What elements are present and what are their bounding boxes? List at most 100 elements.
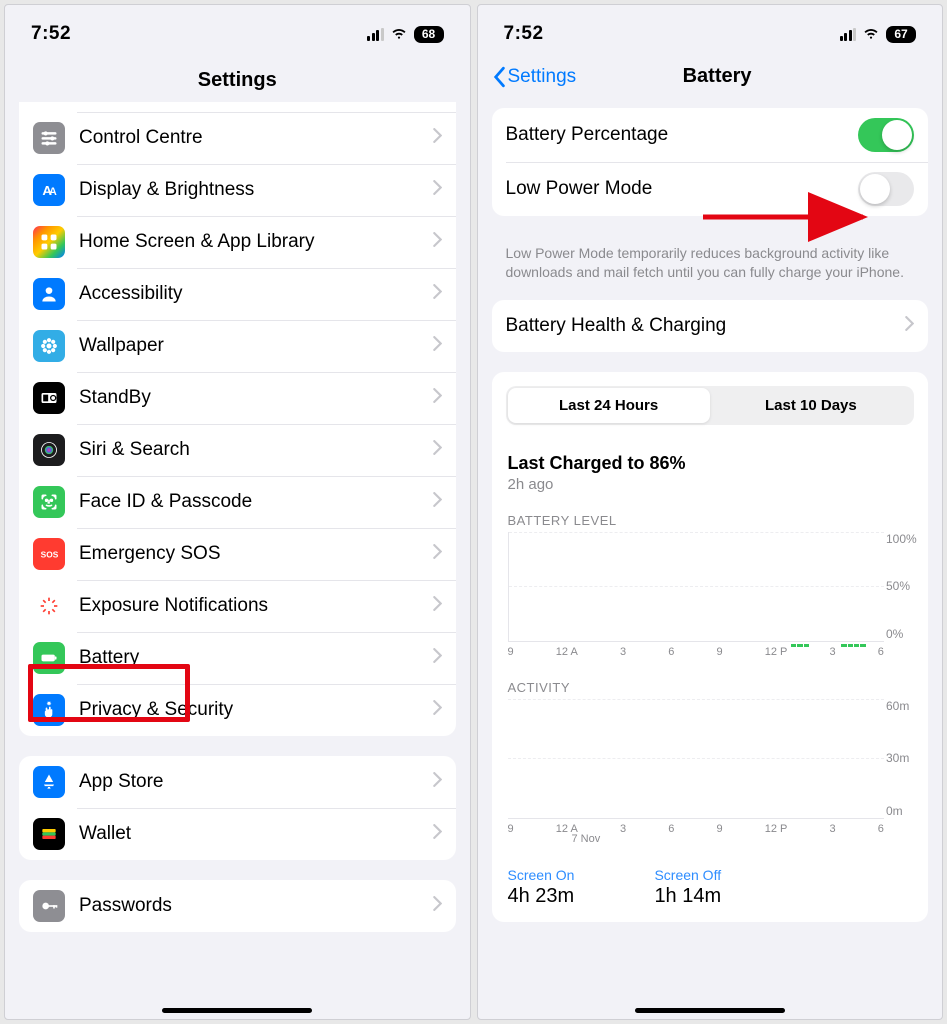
sliders-icon — [33, 122, 65, 154]
phone-settings: 7:52 68 Settings General Control Centre … — [4, 4, 471, 1020]
row-label: Siri & Search — [79, 439, 433, 461]
row-siri-search[interactable]: Siri & Search — [19, 424, 456, 476]
home-indicator[interactable] — [635, 1008, 785, 1013]
appstore-icon — [33, 766, 65, 798]
chevron-right-icon — [433, 700, 442, 720]
toggle-battery-percentage[interactable] — [858, 118, 914, 152]
battery-indicator: 67 — [886, 26, 916, 43]
cell-signal-icon — [367, 28, 384, 41]
battery-indicator: 68 — [414, 26, 444, 43]
row-label: Battery — [79, 647, 433, 669]
row-home-screen-app-library[interactable]: Home Screen & App Library — [19, 216, 456, 268]
chevron-right-icon — [433, 896, 442, 916]
row-standby[interactable]: StandBy — [19, 372, 456, 424]
chevron-right-icon — [433, 284, 442, 304]
row-battery[interactable]: Battery — [19, 632, 456, 684]
wifi-icon — [862, 23, 880, 46]
row-label: Control Centre — [79, 127, 433, 149]
stat-screen-on: Screen On 4h 23m — [508, 867, 575, 908]
row-label: Passwords — [79, 895, 433, 917]
row-label: Home Screen & App Library — [79, 231, 433, 253]
settings-group-3: Passwords — [19, 880, 456, 932]
svg-text:SOS: SOS — [41, 549, 59, 559]
chevron-right-icon — [433, 648, 442, 668]
status-icons: 68 — [367, 23, 444, 46]
battery-usage-card: Last 24 Hours Last 10 Days Last Charged … — [492, 372, 929, 922]
screen-time-stats: Screen On 4h 23m Screen Off 1h 14m — [492, 855, 929, 916]
phone-battery: 7:52 67 Settings Battery Battery Percent… — [477, 4, 944, 1020]
sun-icon: AA — [33, 174, 65, 206]
row-label: Display & Brightness — [79, 179, 433, 201]
row-general[interactable]: General — [19, 102, 456, 112]
row-label: Exposure Notifications — [79, 595, 433, 617]
stat-value: 4h 23m — [508, 885, 575, 908]
row-app-store[interactable]: App Store — [19, 756, 456, 808]
status-time: 7:52 — [504, 23, 544, 45]
chart-battery-level: 100% 50% 0% 912 A36912 P36 — [492, 532, 929, 664]
chevron-right-icon — [433, 596, 442, 616]
settings-scroll[interactable]: General Control Centre AA Display & Brig… — [5, 102, 470, 1019]
sos-icon: SOS — [33, 538, 65, 570]
chevron-left-icon — [492, 66, 506, 88]
chevron-right-icon — [433, 128, 442, 148]
battery-health-group: Battery Health & Charging — [492, 300, 929, 352]
status-bar: 7:52 67 — [478, 5, 943, 55]
toggle-low-power-mode[interactable] — [858, 172, 914, 206]
row-emergency-sos[interactable]: SOS Emergency SOS — [19, 528, 456, 580]
y-axis-activity: 60m 30m 0m — [886, 699, 924, 818]
battery-icon — [33, 642, 65, 674]
key-icon — [33, 890, 65, 922]
chevron-right-icon — [433, 388, 442, 408]
seg-10d[interactable]: Last 10 Days — [710, 388, 912, 423]
row-accessibility[interactable]: Accessibility — [19, 268, 456, 320]
chevron-right-icon — [433, 544, 442, 564]
seg-24h[interactable]: Last 24 Hours — [508, 388, 710, 423]
settings-group-2: App Store Wallet — [19, 756, 456, 860]
wifi-icon — [390, 23, 408, 46]
cell-signal-icon — [840, 28, 857, 41]
chevron-right-icon — [905, 316, 914, 336]
page-title: Settings — [5, 55, 470, 102]
row-label: StandBy — [79, 387, 433, 409]
x-axis-date: 7 Nov — [556, 833, 885, 849]
time-range-segmented[interactable]: Last 24 Hours Last 10 Days — [506, 386, 915, 425]
chart-title-activity: ACTIVITY — [492, 674, 929, 699]
row-label: App Store — [79, 771, 433, 793]
clock-icon — [33, 382, 65, 414]
status-time: 7:52 — [31, 23, 71, 45]
row-label: Face ID & Passcode — [79, 491, 433, 513]
row-low-power-mode[interactable]: Low Power Mode — [492, 162, 929, 216]
row-label: Low Power Mode — [506, 178, 859, 200]
row-wallet[interactable]: Wallet — [19, 808, 456, 860]
row-label: Wallet — [79, 823, 433, 845]
row-control-centre[interactable]: Control Centre — [19, 112, 456, 164]
chevron-right-icon — [433, 336, 442, 356]
last-charged-header: Last Charged to 86% — [492, 439, 929, 476]
last-charged-sub: 2h ago — [492, 476, 929, 507]
status-icons: 67 — [840, 23, 917, 46]
battery-toggles-group: Battery Percentage Low Power Mode — [492, 108, 929, 216]
row-label: Privacy & Security — [79, 699, 433, 721]
siri-icon — [33, 434, 65, 466]
hand-icon — [33, 694, 65, 726]
stat-label: Screen On — [508, 867, 575, 883]
row-display-brightness[interactable]: AA Display & Brightness — [19, 164, 456, 216]
chevron-right-icon — [433, 232, 442, 252]
row-label: Accessibility — [79, 283, 433, 305]
row-battery-percentage[interactable]: Battery Percentage — [492, 108, 929, 162]
flower-icon — [33, 330, 65, 362]
home-indicator[interactable] — [162, 1008, 312, 1013]
row-passwords[interactable]: Passwords — [19, 880, 456, 932]
stat-label: Screen Off — [654, 867, 721, 883]
row-label: Wallpaper — [79, 335, 433, 357]
row-wallpaper[interactable]: Wallpaper — [19, 320, 456, 372]
row-battery-health[interactable]: Battery Health & Charging — [492, 300, 929, 352]
row-privacy-security[interactable]: Privacy & Security — [19, 684, 456, 736]
faceid-icon — [33, 486, 65, 518]
row-face-id-passcode[interactable]: Face ID & Passcode — [19, 476, 456, 528]
svg-text:A: A — [49, 186, 57, 198]
chevron-right-icon — [433, 772, 442, 792]
battery-percent: 68 — [422, 27, 435, 41]
row-exposure-notifications[interactable]: Exposure Notifications — [19, 580, 456, 632]
low-power-mode-footer: Low Power Mode temporarily reduces backg… — [478, 236, 943, 300]
